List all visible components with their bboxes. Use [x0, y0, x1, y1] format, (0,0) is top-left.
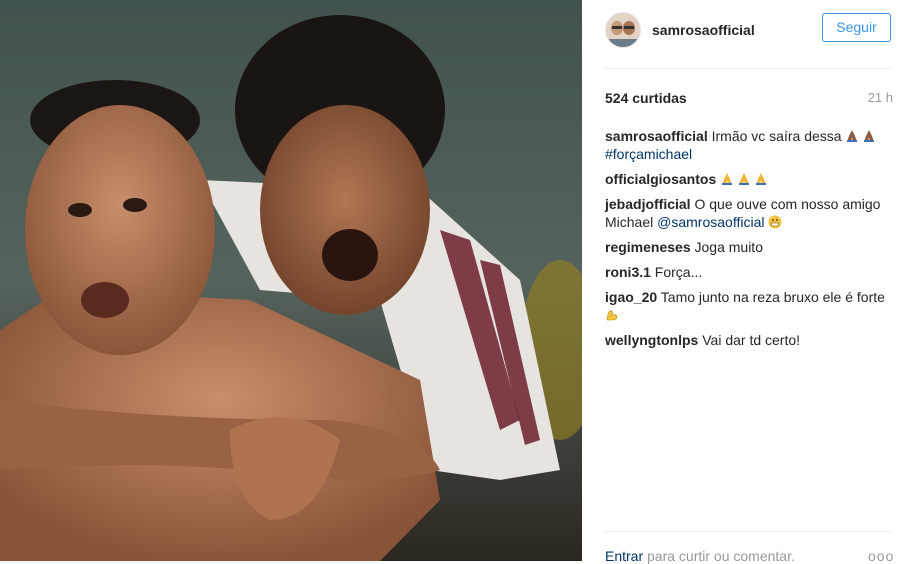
comment-item: igao_20 Tamo junto na reza bruxo ele é f…: [605, 288, 895, 324]
comment-username[interactable]: roni3.1: [605, 264, 651, 280]
comment-username[interactable]: igao_20: [605, 289, 657, 305]
post-photo[interactable]: [0, 0, 582, 561]
prayer-icon: [720, 172, 734, 186]
footer-divider: [605, 531, 893, 532]
comment-item: regimeneses Joga muito: [605, 238, 895, 256]
mention-link[interactable]: @samrosaofficial: [657, 214, 764, 230]
prayer-icon: [737, 172, 751, 186]
caption: samrosaofficial Irmão vc saíra dessa #fo…: [605, 127, 895, 163]
header-divider: [605, 68, 893, 69]
prayer-icon: [754, 172, 768, 186]
comment-text: Tamo junto na reza bruxo ele é forte: [660, 289, 885, 305]
prayer-icon: [862, 129, 876, 143]
comment-item: jebadjofficial O que ouve com nosso amig…: [605, 195, 895, 231]
post-time[interactable]: 21 h: [868, 90, 893, 105]
comment-text: Vai dar td certo!: [702, 332, 801, 348]
login-prompt-text: para curtir ou comentar.: [643, 548, 795, 564]
comment-username[interactable]: officialgiosantos: [605, 171, 716, 187]
comment-text: Força...: [654, 264, 703, 280]
follow-button[interactable]: Seguir: [822, 13, 891, 42]
comment-username[interactable]: regimeneses: [605, 239, 691, 255]
post-header: samrosaofficial Seguir: [582, 0, 915, 60]
post-details-panel: samrosaofficial Seguir 524 curtidas 21 h…: [582, 0, 915, 564]
login-link[interactable]: Entrar: [605, 548, 643, 564]
flexed-bicep-icon: [605, 308, 619, 322]
prayer-icon: [845, 129, 859, 143]
comment-item: wellyngtonlps Vai dar td certo!: [605, 331, 895, 349]
login-prompt: Entrar para curtir ou comentar.: [605, 548, 795, 564]
more-options-icon[interactable]: ooo: [868, 548, 894, 564]
hashtag-link[interactable]: #forçamichael: [605, 146, 692, 162]
comment-item: roni3.1 Força...: [605, 263, 895, 281]
comment-text: Irmão vc saíra dessa: [711, 128, 842, 144]
comment-username[interactable]: samrosaofficial: [605, 128, 708, 144]
comment-username[interactable]: wellyngtonlps: [605, 332, 698, 348]
author-username[interactable]: samrosaofficial: [652, 22, 755, 38]
comment-text: Joga muito: [694, 239, 763, 255]
author-avatar[interactable]: [605, 12, 641, 48]
comment-item: officialgiosantos: [605, 170, 895, 188]
likes-count[interactable]: 524 curtidas: [605, 90, 687, 106]
grimace-icon: [768, 215, 782, 229]
comments-list: samrosaofficial Irmão vc saíra dessa #fo…: [605, 127, 895, 356]
comment-username[interactable]: jebadjofficial: [605, 196, 691, 212]
photo-illustration: [0, 0, 582, 561]
